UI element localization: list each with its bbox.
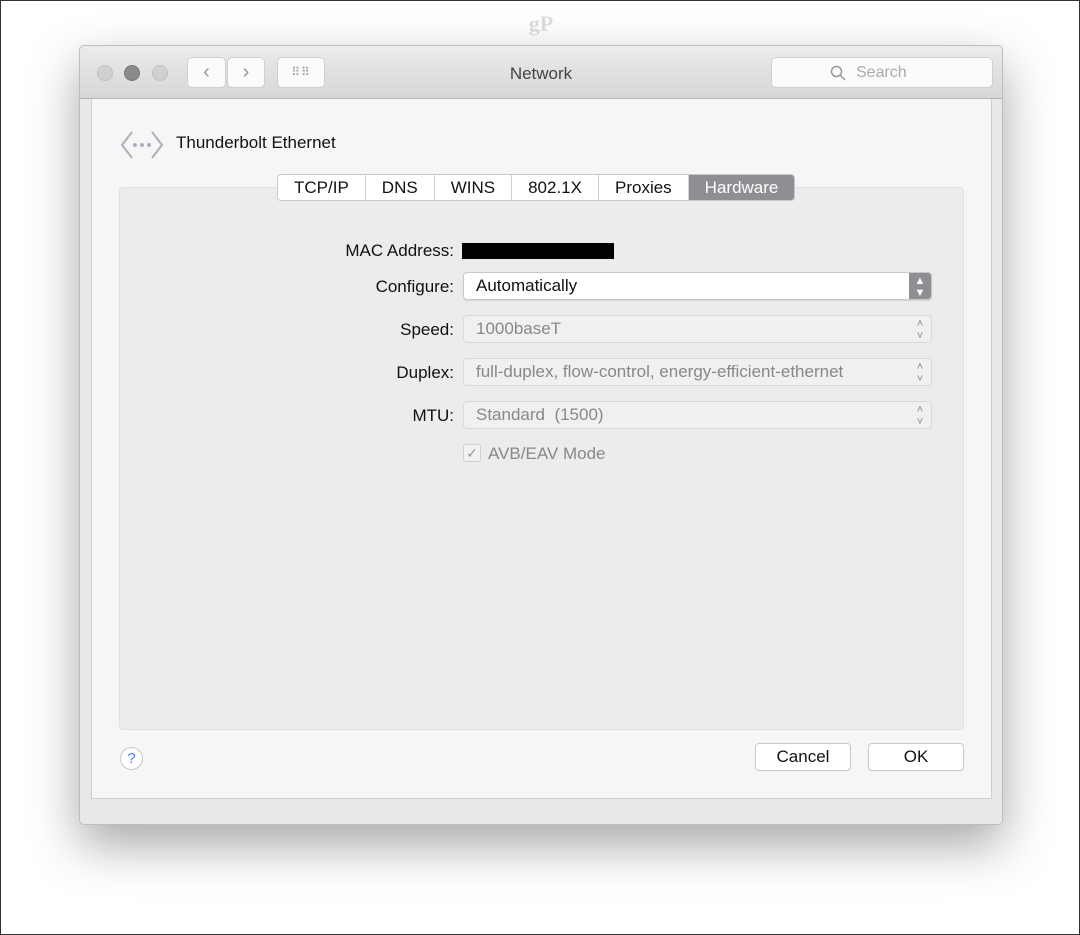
configure-label: Configure: [375,277,454,296]
avb-checkbox: ✓ [463,444,481,462]
mac-address-label: MAC Address: [345,241,454,260]
watermark-logo: gP [528,11,554,36]
tab-wins[interactable]: WINS [435,175,513,200]
ok-button[interactable]: OK [868,743,964,771]
hardware-sheet: Thunderbolt Ethernet TCP/IP DNS WINS 802… [91,99,992,799]
tab-proxies[interactable]: Proxies [599,175,689,200]
search-placeholder: Search [856,64,907,81]
interface-name: Thunderbolt Ethernet [176,133,336,152]
search-input[interactable]: Search [771,57,993,88]
help-button[interactable]: ? [120,747,143,770]
avb-label: AVB/EAV Mode [488,444,606,463]
titlebar: ‹ › ⠿⠿ Network Search [80,46,1002,99]
tab-bar: TCP/IP DNS WINS 802.1X Proxies Hardware [277,174,796,201]
updown-icon: ˄ ˅ [916,404,924,428]
configure-select[interactable]: Automatically ▲ ▼ [463,272,932,300]
search-icon [830,65,846,81]
duplex-select: full-duplex, flow-control, energy-effici… [463,358,932,386]
configure-value: Automatically [476,276,578,295]
mac-address-redacted [462,243,614,259]
speed-select: 1000baseT ˄ ˅ [463,315,932,343]
tab-8021x[interactable]: 802.1X [512,175,599,200]
ethernet-icon [120,131,164,159]
checkmark-icon: ✓ [466,445,478,461]
mtu-value: Standard (1500) [476,405,604,424]
tab-dns[interactable]: DNS [366,175,435,200]
network-window: ‹ › ⠿⠿ Network Search Thunderbolt Ethern… [79,45,1003,825]
cancel-button[interactable]: Cancel [755,743,851,771]
tab-tcpip[interactable]: TCP/IP [278,175,366,200]
mtu-label: MTU: [412,406,454,425]
updown-icon: ˄ ˅ [916,361,924,385]
speed-value: 1000baseT [476,319,562,338]
updown-icon: ▲ ▼ [909,273,931,299]
speed-label: Speed: [400,320,454,339]
mtu-select: Standard (1500) ˄ ˅ [463,401,932,429]
updown-icon: ˄ ˅ [916,318,924,342]
duplex-label: Duplex: [396,363,454,382]
duplex-value: full-duplex, flow-control, energy-effici… [476,362,844,381]
tab-hardware[interactable]: Hardware [688,175,795,200]
